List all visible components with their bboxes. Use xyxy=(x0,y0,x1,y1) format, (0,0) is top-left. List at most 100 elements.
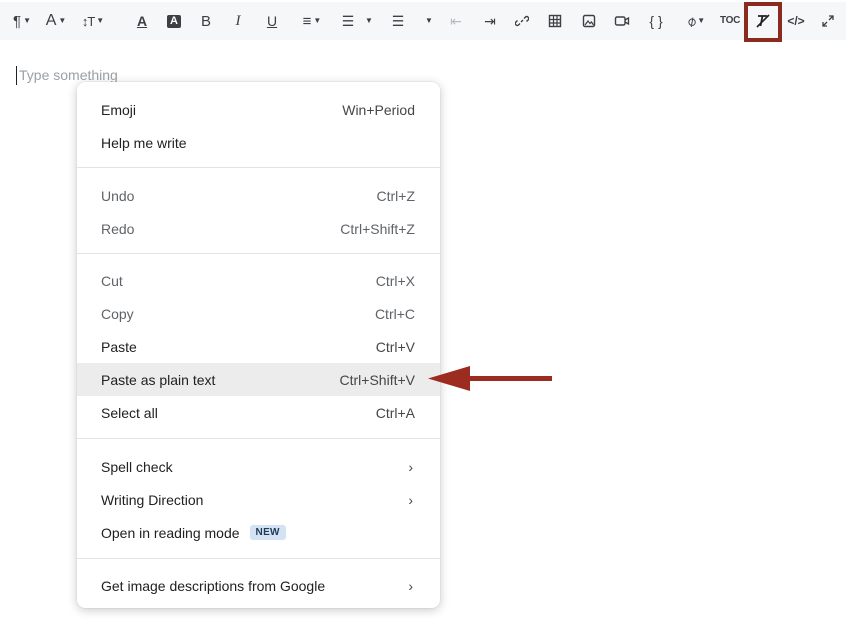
font-size-dropdown[interactable]: ↕T ▼ xyxy=(76,2,110,40)
text-color-icon: A xyxy=(136,13,148,29)
editor-placeholder[interactable]: Type something xyxy=(19,67,118,83)
menu-item-label: Open in reading mode xyxy=(101,524,240,541)
image-icon xyxy=(582,14,596,28)
menu-item-label: Copy xyxy=(101,305,134,322)
table-icon xyxy=(548,14,562,28)
menu-item-writing-direction[interactable]: Writing Direction › xyxy=(77,483,440,516)
chevron-down-icon: ▼ xyxy=(425,16,433,25)
menu-item-help-me-write[interactable]: Help me write xyxy=(77,126,440,159)
toc-label: TOC xyxy=(719,15,741,26)
menu-item-label: Cut xyxy=(101,272,123,289)
outdent-icon: ⇤ xyxy=(450,13,462,29)
chevron-down-icon: ▼ xyxy=(23,16,31,25)
menu-item-label-wrap: Open in reading mode NEW xyxy=(101,525,286,541)
menu-item-shortcut: Ctrl+C xyxy=(374,305,415,322)
paragraph-format-dropdown[interactable]: ¶ ▼ xyxy=(6,2,38,40)
bold-icon: B xyxy=(200,12,211,30)
menu-item-spell-check[interactable]: Spell check › xyxy=(77,450,440,483)
menu-item-shortcut: Ctrl+Shift+Z xyxy=(340,220,415,237)
menu-item-label: Paste xyxy=(101,338,137,355)
text-size-icon: ↕T xyxy=(81,13,95,29)
new-badge: NEW xyxy=(249,525,286,540)
context-menu: Emoji Win+Period Help me write Undo Ctrl… xyxy=(77,82,440,608)
menu-item-shortcut: Ctrl+Shift+V xyxy=(339,371,415,388)
annotation-arrow-icon xyxy=(428,366,552,391)
clear-formatting-button[interactable] xyxy=(750,2,776,40)
outdent-button[interactable]: ⇤ xyxy=(446,2,466,40)
menu-item-label: Select all xyxy=(101,404,158,421)
text-color-button[interactable]: A xyxy=(132,2,152,40)
menu-item-select-all[interactable]: Select all Ctrl+A xyxy=(77,396,440,429)
menu-divider xyxy=(77,438,440,439)
bullet-list-icon: ☰ xyxy=(391,13,405,29)
menu-item-label: Emoji xyxy=(101,101,137,118)
attachment-dropdown[interactable]: ⌀ ▼ xyxy=(678,2,714,40)
image-button[interactable] xyxy=(579,2,599,40)
underline-icon: U xyxy=(266,13,278,29)
source-code-button[interactable]: </> xyxy=(784,2,808,40)
menu-item-copy[interactable]: Copy Ctrl+C xyxy=(77,297,440,330)
chevron-right-icon: › xyxy=(408,458,413,475)
code-block-button[interactable]: { } xyxy=(642,2,670,40)
menu-item-label: Help me write xyxy=(101,134,187,151)
menu-item-emoji[interactable]: Emoji Win+Period xyxy=(77,93,440,126)
menu-item-label: Get image descriptions from Google xyxy=(101,577,326,594)
highlight-color-icon: A xyxy=(167,14,181,28)
ordered-list-button[interactable]: ☰ xyxy=(338,2,358,40)
menu-item-shortcut: Ctrl+Z xyxy=(376,187,416,204)
chevron-right-icon: › xyxy=(408,491,413,508)
clear-format-icon xyxy=(756,14,770,28)
menu-item-shortcut: Win+Period xyxy=(342,101,415,118)
fullscreen-button[interactable] xyxy=(816,2,840,40)
bullet-list-dropdown[interactable]: ▼ xyxy=(420,2,436,40)
menu-item-cut[interactable]: Cut Ctrl+X xyxy=(77,264,440,297)
italic-icon: I xyxy=(235,12,241,29)
italic-button[interactable]: I xyxy=(228,2,248,40)
video-icon xyxy=(614,16,630,26)
menu-item-redo[interactable]: Redo Ctrl+Shift+Z xyxy=(77,212,440,245)
align-left-icon: ≡ xyxy=(302,12,312,30)
ordered-list-dropdown[interactable]: ▼ xyxy=(360,2,376,40)
curly-braces-icon: { } xyxy=(649,13,663,29)
chevron-right-icon: › xyxy=(408,577,413,594)
menu-item-label: Writing Direction xyxy=(101,491,204,508)
expand-icon xyxy=(822,15,834,27)
menu-item-label: Paste as plain text xyxy=(101,371,216,388)
link-button[interactable] xyxy=(512,2,532,40)
underline-button[interactable]: U xyxy=(262,2,282,40)
link-icon xyxy=(515,15,529,27)
bullet-list-button[interactable]: ☰ xyxy=(388,2,408,40)
text-cursor xyxy=(16,66,17,85)
menu-divider xyxy=(77,558,440,559)
editor-toolbar: ¶ ▼ A ▼ ↕T ▼ A A B I U ≡ ▼ ☰ ▼ ☰ ▼ ⇤ ⇥ {… xyxy=(0,2,846,42)
menu-item-undo[interactable]: Undo Ctrl+Z xyxy=(77,179,440,212)
pilcrow-icon: ¶ xyxy=(13,12,22,30)
font-family-dropdown[interactable]: A ▼ xyxy=(40,2,72,40)
toc-button[interactable]: TOC xyxy=(718,2,742,40)
indent-button[interactable]: ⇥ xyxy=(480,2,500,40)
paperclip-icon: ⌀ xyxy=(682,12,700,30)
bold-button[interactable]: B xyxy=(196,2,216,40)
menu-item-image-descriptions[interactable]: Get image descriptions from Google › xyxy=(77,569,440,602)
ordered-list-icon: ☰ xyxy=(341,13,355,29)
menu-item-paste-as-plain-text[interactable]: Paste as plain text Ctrl+Shift+V xyxy=(77,363,440,396)
video-button[interactable] xyxy=(612,2,632,40)
menu-item-label: Redo xyxy=(101,220,135,237)
align-dropdown[interactable]: ≡ ▼ xyxy=(294,2,330,40)
menu-divider xyxy=(77,253,440,254)
menu-item-open-in-reading-mode[interactable]: Open in reading mode NEW xyxy=(77,516,440,549)
menu-divider xyxy=(77,167,440,168)
code-icon: </> xyxy=(787,14,805,28)
font-icon: A xyxy=(45,12,57,29)
menu-item-shortcut: Ctrl+X xyxy=(375,272,415,289)
chevron-down-icon: ▼ xyxy=(96,16,105,25)
menu-item-label: Undo xyxy=(101,187,135,204)
chevron-down-icon: ▼ xyxy=(313,16,322,25)
chevron-down-icon: ▼ xyxy=(58,16,67,25)
table-button[interactable] xyxy=(545,2,565,40)
background-color-button[interactable]: A xyxy=(163,2,185,40)
chevron-down-icon: ▼ xyxy=(365,16,373,25)
menu-item-shortcut: Ctrl+A xyxy=(375,404,415,421)
menu-item-label: Spell check xyxy=(101,458,173,475)
menu-item-paste[interactable]: Paste Ctrl+V xyxy=(77,330,440,363)
